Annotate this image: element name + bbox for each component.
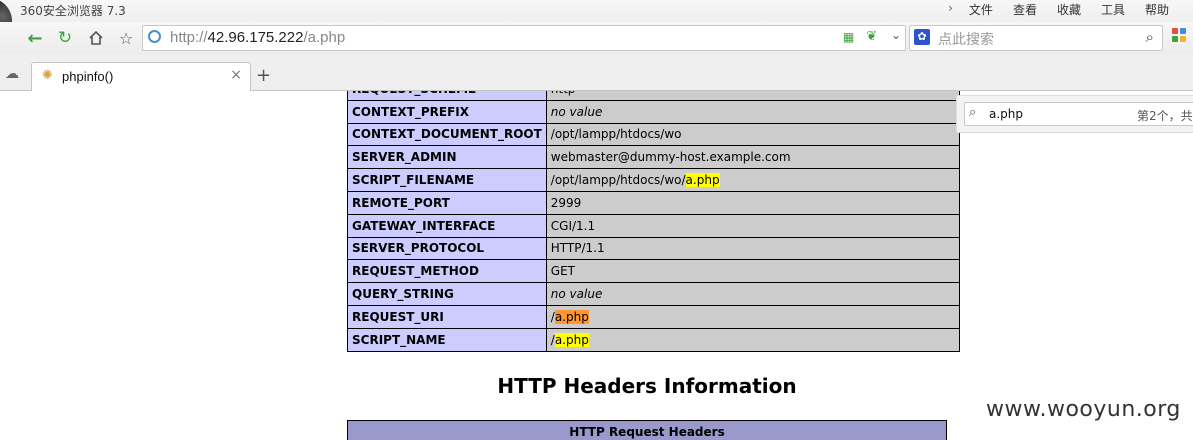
env-key: CONTEXT_PREFIX [347, 99, 547, 124]
chevron-right-icon[interactable]: › [948, 1, 959, 18]
table-row: SERVER_PROTOCOL HTTP/1.1 [347, 236, 960, 261]
env-key: SERVER_PROTOCOL [347, 236, 547, 261]
search-engine-icon[interactable]: ✿ [914, 29, 930, 45]
menu-bar: › 文件 查看 收藏 工具 帮助 [948, 1, 1179, 18]
address-bar[interactable]: http://42.96.175.222/a.php ▦ ❦ ⌄ [142, 25, 906, 51]
table-row: CONTEXT_PREFIX no value [347, 99, 960, 124]
title-bar: 360安全浏览器 7.3 › 文件 查看 收藏 工具 帮助 [0, 0, 1193, 44]
env-key: GATEWAY_INTERFACE [347, 213, 547, 238]
table-row: CONTEXT_DOCUMENT_ROOT/opt/lampp/htdocs/w… [347, 122, 960, 147]
table-row: SERVER_ADMIN webmaster@dummy-host.example… [347, 145, 960, 170]
env-key: SCRIPT_FILENAME [347, 168, 547, 192]
env-key: REMOTE_PORT [347, 190, 547, 215]
table-row: REQUEST_SCHEME http [347, 91, 960, 101]
env-value-text: HTTP/1.1 [550, 241, 605, 256]
find-query[interactable]: a.php [989, 107, 1023, 121]
home-icon[interactable] [85, 27, 107, 49]
menu-tools[interactable]: 工具 [1091, 1, 1135, 18]
watermark: www.wooyun.org [986, 397, 1181, 422]
search-match-highlight: a.php [554, 332, 589, 347]
globe-icon [148, 30, 161, 43]
app-title: 360安全浏览器 7.3 [20, 4, 126, 18]
table-row: REMOTE_PORT 2999 [347, 190, 960, 215]
env-key: CONTEXT_DOCUMENT_ROOT [347, 122, 547, 147]
env-value: /a.php [545, 304, 960, 329]
back-arrow-icon[interactable]: ← [24, 27, 46, 49]
tab-title: phpinfo() [62, 69, 114, 84]
env-value-text: CGI/1.1 [550, 218, 596, 233]
env-key: REQUEST_METHOD [347, 259, 547, 284]
table-row: GATEWAY_INTERFACE CGI/1.1 [347, 213, 960, 238]
env-key: SERVER_ADMIN [347, 145, 547, 170]
env-value-text: no value [550, 104, 603, 119]
reload-icon[interactable]: ↻ [54, 27, 76, 49]
search-match-highlight: a.php [685, 173, 720, 188]
environment-table: REQUEST_SCHEMEhttpCONTEXT_PREFIXno value… [347, 91, 960, 352]
favicon-icon: ✺ [42, 68, 53, 83]
env-value-text: webmaster@dummy-host.example.com [550, 150, 791, 165]
env-value-text: http [551, 91, 576, 96]
env-value-text: /opt/lampp/htdocs/wo [550, 127, 682, 142]
env-value-text: GET [550, 264, 575, 279]
section-heading: HTTP Headers Information [497, 374, 797, 398]
find-match-count: 第2个，共8 [1137, 109, 1193, 123]
env-value: HTTP/1.1 [545, 236, 960, 261]
search-box[interactable]: ✿ 点此搜索 ⌕ [909, 25, 1163, 51]
search-icon: ⌕ [969, 105, 977, 120]
tab-bar: ☁ ✺ phpinfo() × + [0, 54, 1193, 91]
env-value: 2999 [545, 190, 960, 215]
env-value: no value [545, 282, 960, 306]
env-value: http [545, 91, 960, 101]
env-value: GET [545, 259, 960, 284]
search-input[interactable]: 点此搜索 [938, 29, 994, 49]
navigation-toolbar: ← ↻ ☆ http://42.96.175.222/a.php ▦ ❦ ⌄ ✿… [0, 22, 1193, 54]
leaf-icon[interactable]: ❦ [866, 29, 877, 44]
env-value-text: 2999 [550, 195, 582, 210]
qr-code-icon[interactable]: ▦ [843, 30, 857, 44]
find-input[interactable]: ⌕ a.php 第2个，共8 [964, 102, 1193, 126]
star-icon[interactable]: ☆ [115, 27, 137, 49]
apps-grid-icon[interactable] [1172, 28, 1188, 44]
env-value-text: /opt/lampp/htdocs/wo/ [550, 173, 686, 188]
env-key: REQUEST_SCHEME [347, 91, 547, 101]
address-url[interactable]: http://42.96.175.222/a.php [170, 29, 345, 46]
tab-phpinfo[interactable]: ✺ phpinfo() × [31, 62, 251, 91]
chevron-down-icon[interactable]: ⌄ [891, 28, 901, 42]
menu-view[interactable]: 查看 [1003, 1, 1047, 18]
table-row: REQUEST_METHOD GET [347, 259, 960, 284]
env-value: CGI/1.1 [545, 213, 960, 238]
table-row: SCRIPT_NAME/a.php [347, 327, 960, 352]
new-tab-plus-icon[interactable]: + [256, 65, 271, 86]
env-value: webmaster@dummy-host.example.com [545, 145, 960, 170]
page-content: REQUEST_SCHEMEhttpCONTEXT_PREFIXno value… [0, 91, 1193, 440]
table-row: REQUEST_URI/a.php [347, 304, 960, 329]
table-row: QUERY_STRING no value [347, 282, 960, 306]
env-key: QUERY_STRING [347, 282, 547, 306]
search-icon[interactable]: ⌕ [1146, 28, 1154, 46]
env-key: SCRIPT_NAME [347, 327, 547, 352]
cloud-icon[interactable]: ☁ [5, 66, 19, 82]
menu-favorites[interactable]: 收藏 [1047, 1, 1091, 18]
env-value-text: no value [550, 287, 603, 302]
table-header: HTTP Request Headers [347, 420, 947, 440]
env-value: /opt/lampp/htdocs/wo [545, 122, 960, 147]
menu-help[interactable]: 帮助 [1135, 1, 1179, 18]
table-row: SCRIPT_FILENAME/opt/lampp/htdocs/wo/a.ph… [347, 168, 960, 192]
env-value: /a.php [545, 327, 960, 352]
env-value: /opt/lampp/htdocs/wo/a.php [545, 168, 960, 192]
search-match-highlight: a.php [554, 309, 589, 324]
env-key: REQUEST_URI [347, 304, 547, 329]
find-bar: ⌕ a.php 第2个，共8 [956, 95, 1193, 133]
menu-file[interactable]: 文件 [959, 1, 1003, 18]
env-value: no value [545, 99, 960, 124]
close-icon[interactable]: × [230, 67, 242, 83]
